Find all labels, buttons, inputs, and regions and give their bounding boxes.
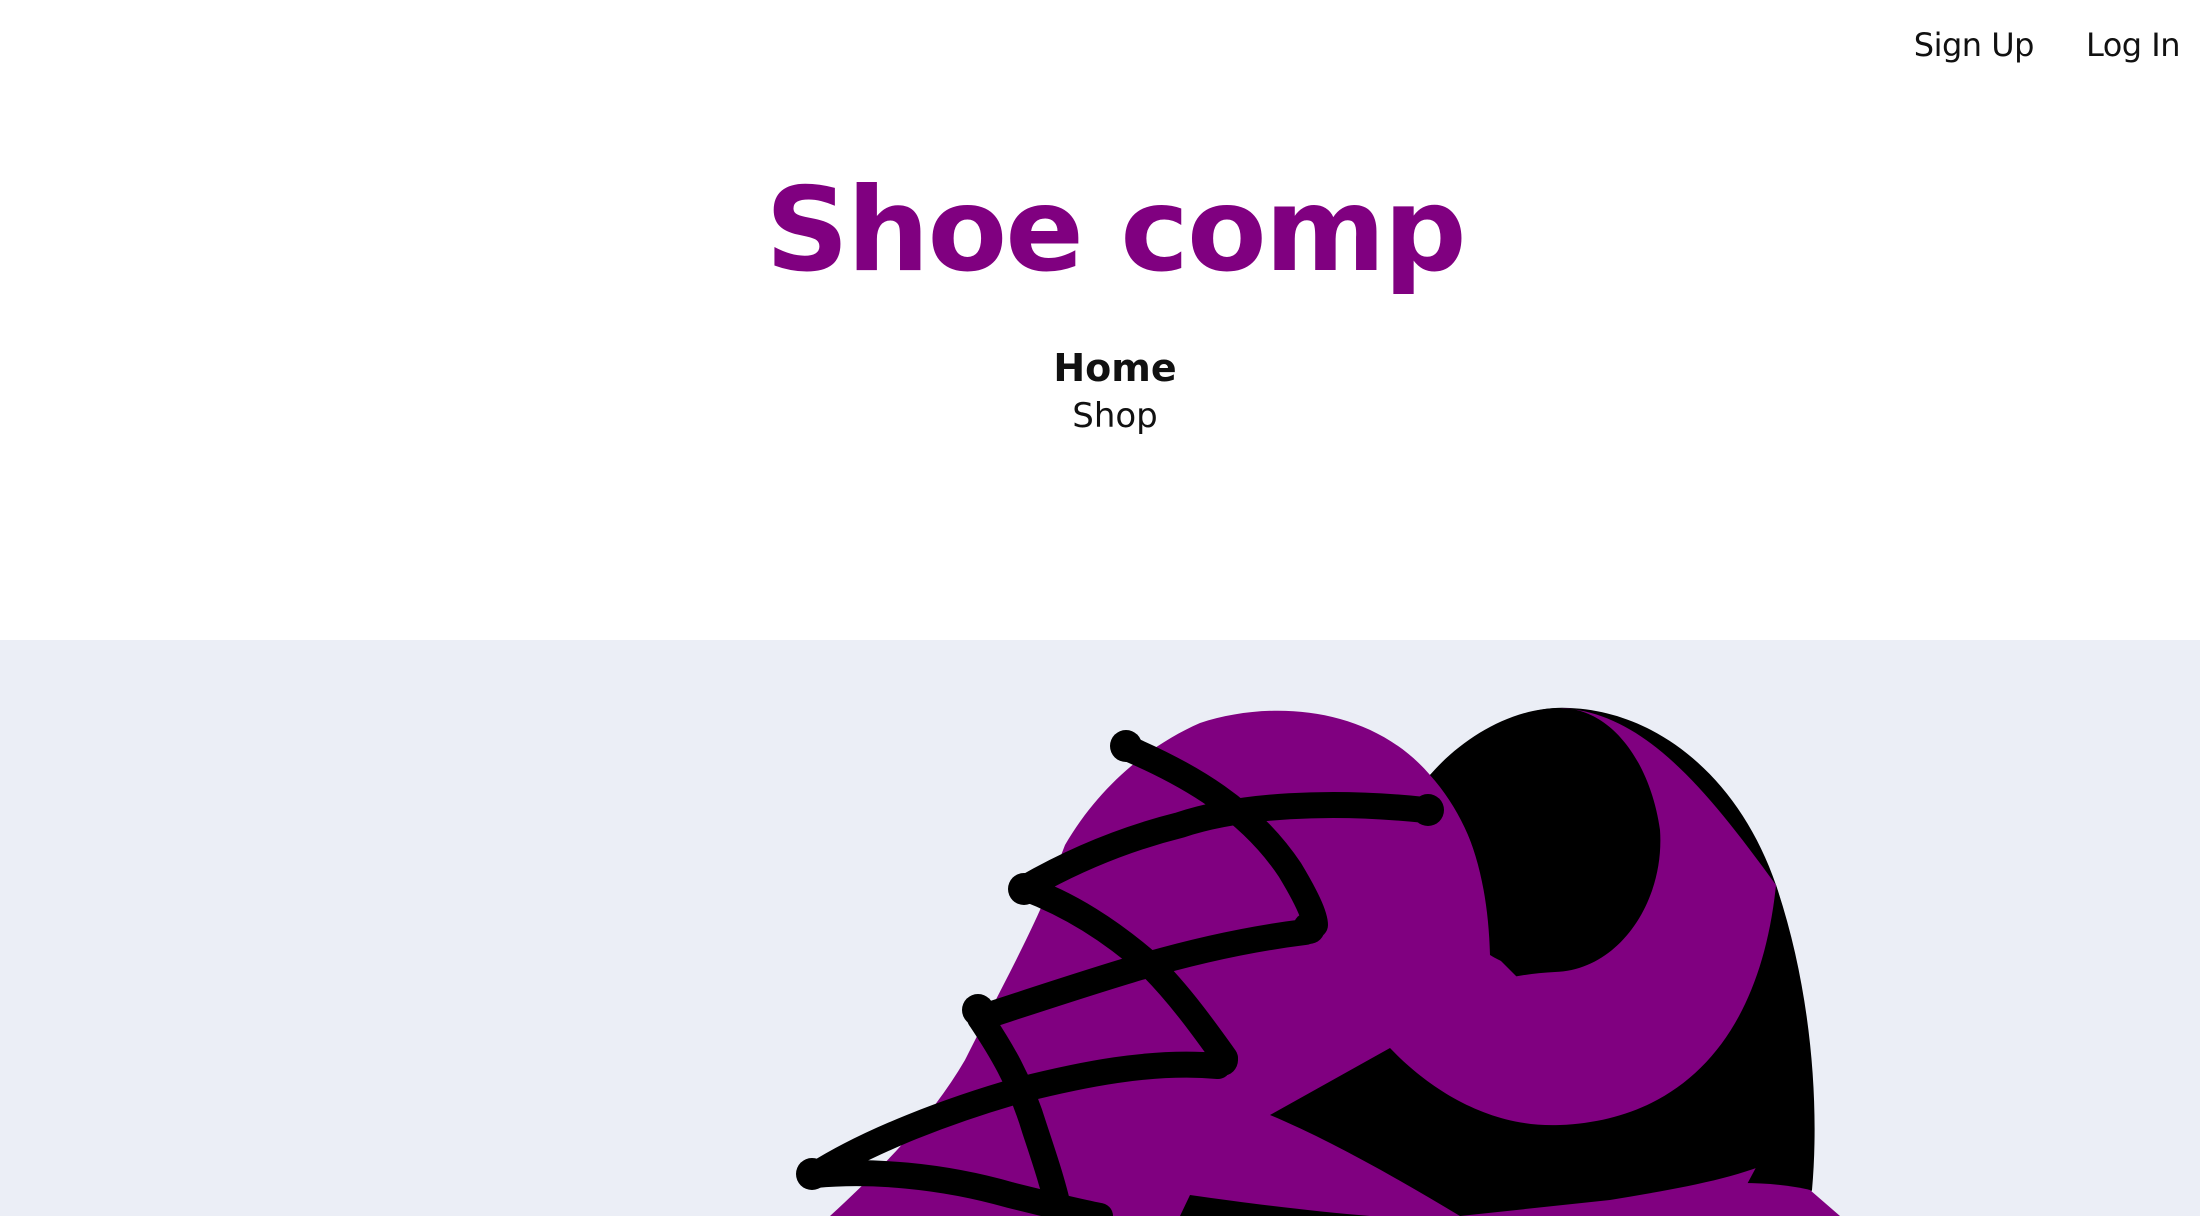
nav-home-link[interactable]: Home [1053,344,1176,392]
signup-link[interactable]: Sign Up [1914,26,2035,64]
main-nav: Home Shop [0,344,2200,440]
page: Sign Up Log In Shoe comp Home Shop [0,0,2200,1216]
nav-shop-link[interactable]: Shop [1072,392,1158,440]
login-link[interactable]: Log In [2086,26,2181,64]
auth-nav: Sign Up Log In [1914,26,2181,64]
sneaker-illustration [796,707,1840,1216]
hero-banner [0,640,2200,1216]
site-header: Sign Up Log In Shoe comp Home Shop [0,0,2200,640]
site-title: Shoe comp [765,163,1466,298]
